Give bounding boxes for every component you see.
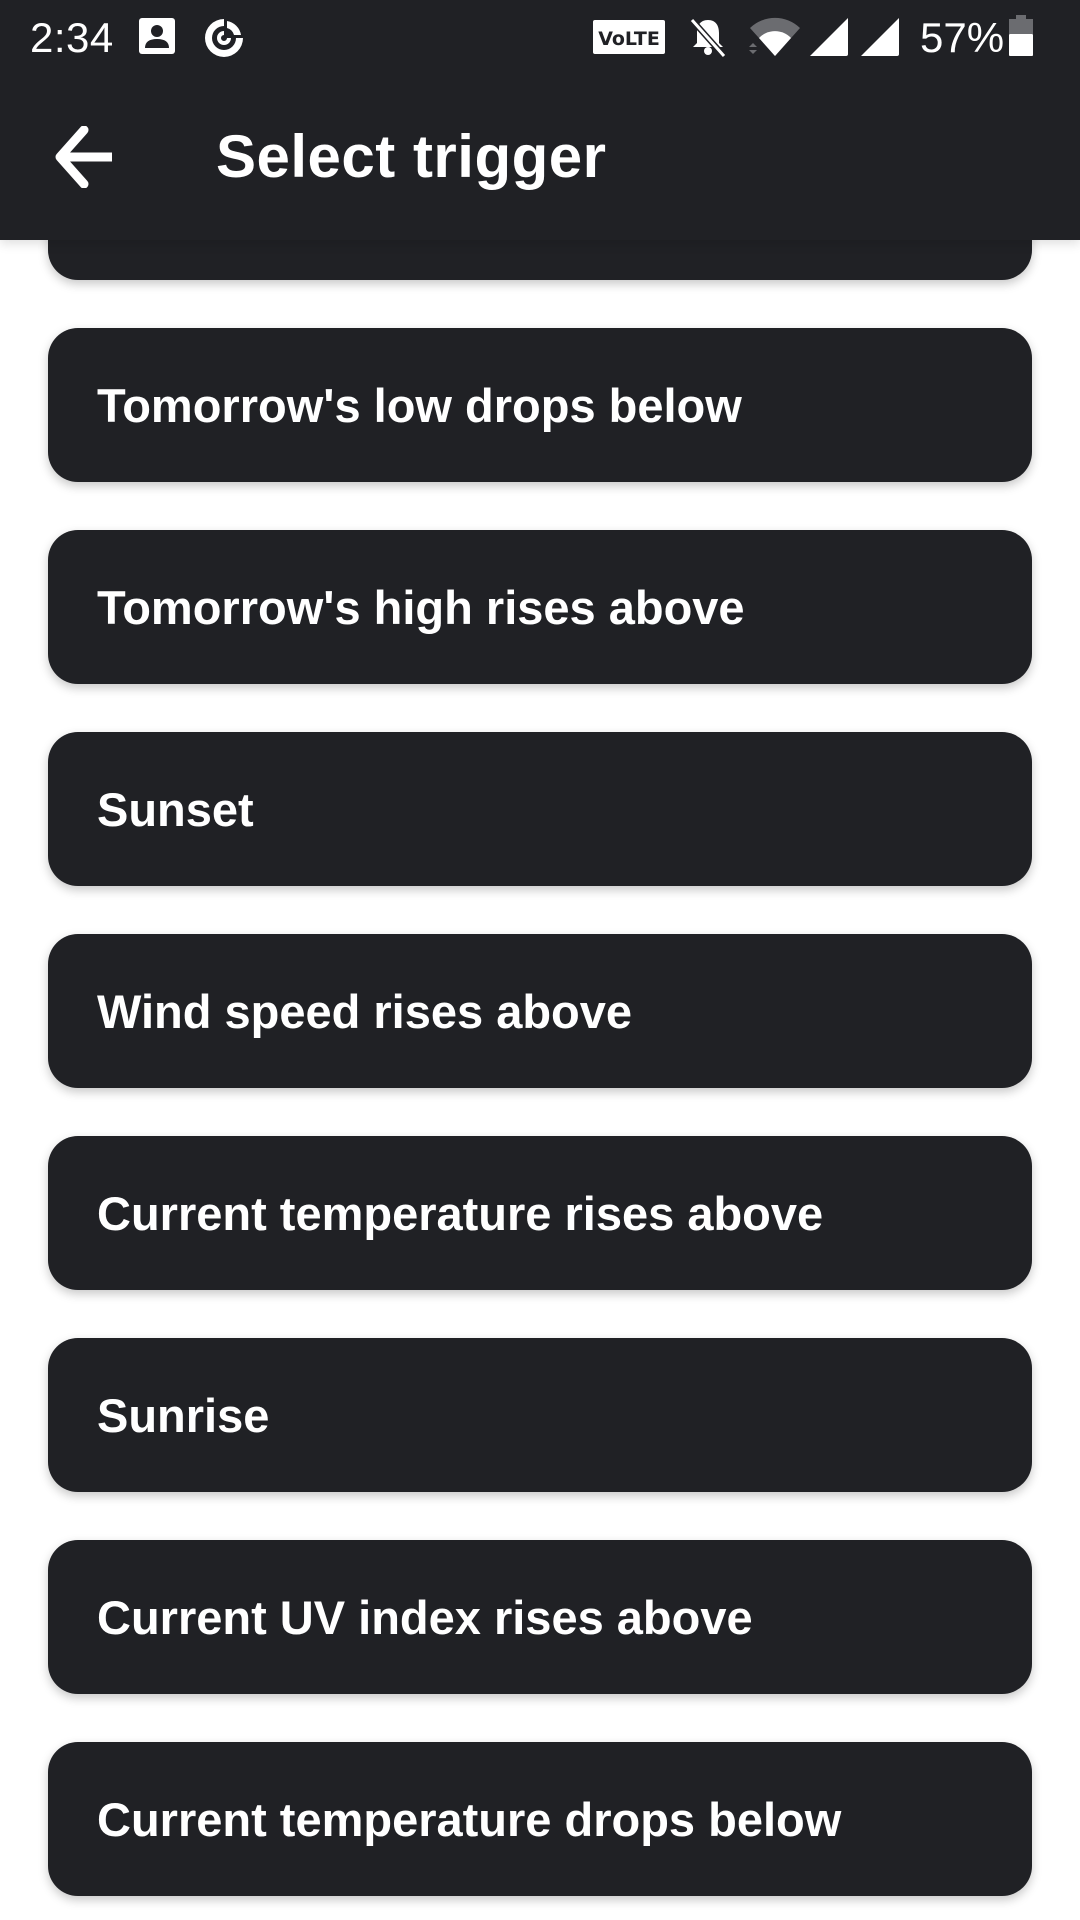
toolbar: Select trigger <box>0 74 1080 240</box>
trigger-label: Sunset <box>97 783 254 836</box>
trigger-item[interactable]: Tomorrow's low drops below <box>48 328 1032 482</box>
battery-icon <box>1009 15 1033 56</box>
trigger-item[interactable]: Current temperature rises above <box>48 1136 1032 1290</box>
trigger-list: Tomorrow's low drops below Tomorrow's hi… <box>0 0 1080 1920</box>
trigger-label: Tomorrow's low drops below <box>97 379 742 432</box>
volte-label: VoLTE <box>598 28 660 50</box>
back-button[interactable] <box>40 112 130 202</box>
trigger-item[interactable]: Sunset <box>48 732 1032 886</box>
trigger-item[interactable]: Current temperature drops below <box>48 1742 1032 1896</box>
signal-icon <box>861 18 899 56</box>
trigger-item[interactable]: Wind speed rises above <box>48 934 1032 1088</box>
page-title: Select trigger <box>216 123 607 190</box>
trigger-label: Current UV index rises above <box>97 1591 753 1644</box>
trigger-label: Wind speed rises above <box>97 985 633 1038</box>
volte-icon: VoLTE <box>593 20 665 54</box>
trigger-item[interactable]: Current UV index rises above <box>48 1540 1032 1694</box>
status-time: 2:34 <box>30 14 114 61</box>
wifi-icon <box>749 17 800 56</box>
contact-icon <box>139 18 175 54</box>
pocket-casts-icon <box>205 19 243 57</box>
app-bar: 2:34 VoLTE 57% Select trigger <box>0 0 1080 240</box>
trigger-label: Tomorrow's high rises above <box>97 581 745 634</box>
battery-percent: 57% <box>920 14 1005 61</box>
trigger-label: Current temperature rises above <box>97 1187 824 1240</box>
notifications-off-icon <box>689 18 727 58</box>
trigger-label: Sunrise <box>97 1389 270 1442</box>
trigger-item[interactable]: Sunrise <box>48 1338 1032 1492</box>
signal-icon <box>810 18 848 56</box>
arrow-back-icon <box>55 126 112 188</box>
trigger-item[interactable]: Tomorrow's high rises above <box>48 530 1032 684</box>
trigger-label: Current temperature drops below <box>97 1793 842 1846</box>
status-bar: 2:34 VoLTE 57% <box>0 0 1080 74</box>
